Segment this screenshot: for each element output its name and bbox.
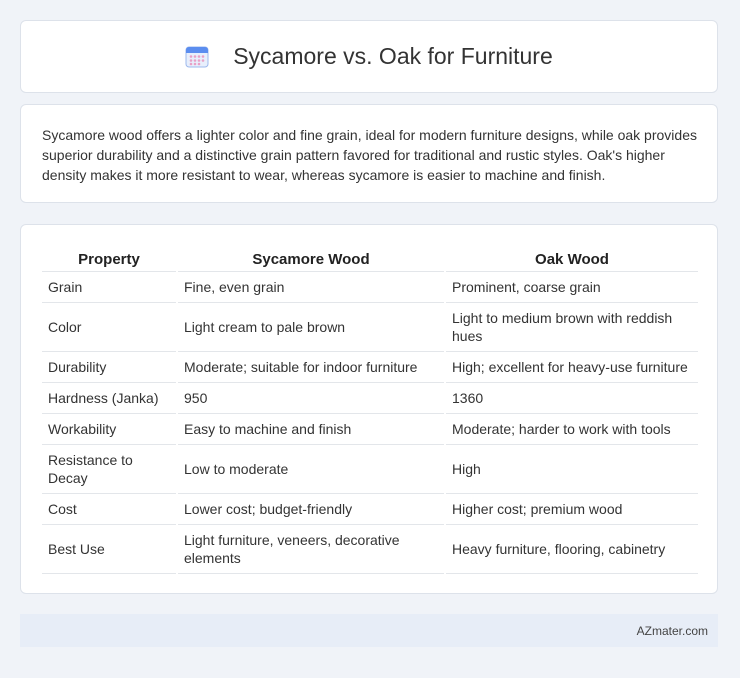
- oak-cell: Moderate; harder to work with tools: [446, 414, 698, 445]
- sycamore-cell: 950: [178, 383, 444, 414]
- header-sycamore: Sycamore Wood: [178, 245, 444, 272]
- property-cell: Best Use: [42, 525, 176, 574]
- sycamore-cell: Low to moderate: [178, 445, 444, 494]
- summary-text: Sycamore wood offers a lighter color and…: [42, 127, 697, 183]
- table-row: Hardness (Janka) 950 1360: [42, 383, 698, 414]
- sycamore-cell: Light furniture, veneers, decorative ele…: [178, 525, 444, 574]
- table-row: Workability Easy to machine and finish M…: [42, 414, 698, 445]
- table-row: Cost Lower cost; budget-friendly Higher …: [42, 494, 698, 525]
- table-row: Grain Fine, even grain Prominent, coarse…: [42, 272, 698, 303]
- footer-brand[interactable]: AZmater.com: [637, 624, 708, 638]
- sycamore-cell: Easy to machine and finish: [178, 414, 444, 445]
- property-cell: Resistance to Decay: [42, 445, 176, 494]
- summary-card: Sycamore wood offers a lighter color and…: [20, 104, 718, 203]
- title-card: Sycamore vs. Oak for Furniture: [20, 20, 718, 93]
- oak-cell: Prominent, coarse grain: [446, 272, 698, 303]
- table-row: Best Use Light furniture, veneers, decor…: [42, 525, 698, 574]
- table-row: Durability Moderate; suitable for indoor…: [42, 352, 698, 383]
- table-row: Color Light cream to pale brown Light to…: [42, 303, 698, 352]
- table-header-row: Property Sycamore Wood Oak Wood: [42, 245, 698, 272]
- sycamore-cell: Lower cost; budget-friendly: [178, 494, 444, 525]
- oak-cell: High; excellent for heavy-use furniture: [446, 352, 698, 383]
- oak-cell: 1360: [446, 383, 698, 414]
- comparison-table-card: Property Sycamore Wood Oak Wood Grain Fi…: [20, 224, 718, 594]
- property-cell: Workability: [42, 414, 176, 445]
- property-cell: Hardness (Janka): [42, 383, 176, 414]
- footer: AZmater.com: [20, 614, 718, 647]
- sycamore-cell: Moderate; suitable for indoor furniture: [178, 352, 444, 383]
- property-cell: Durability: [42, 352, 176, 383]
- oak-cell: Higher cost; premium wood: [446, 494, 698, 525]
- header-oak: Oak Wood: [446, 245, 698, 272]
- table-row: Resistance to Decay Low to moderate High: [42, 445, 698, 494]
- property-cell: Color: [42, 303, 176, 352]
- property-cell: Cost: [42, 494, 176, 525]
- comparison-table: Property Sycamore Wood Oak Wood Grain Fi…: [40, 245, 700, 574]
- sycamore-cell: Light cream to pale brown: [178, 303, 444, 352]
- sycamore-cell: Fine, even grain: [178, 272, 444, 303]
- oak-cell: Light to medium brown with reddish hues: [446, 303, 698, 352]
- calendar-icon: [185, 45, 209, 69]
- oak-cell: High: [446, 445, 698, 494]
- header-property: Property: [42, 245, 176, 272]
- page-title: Sycamore vs. Oak for Furniture: [233, 43, 553, 69]
- property-cell: Grain: [42, 272, 176, 303]
- oak-cell: Heavy furniture, flooring, cabinetry: [446, 525, 698, 574]
